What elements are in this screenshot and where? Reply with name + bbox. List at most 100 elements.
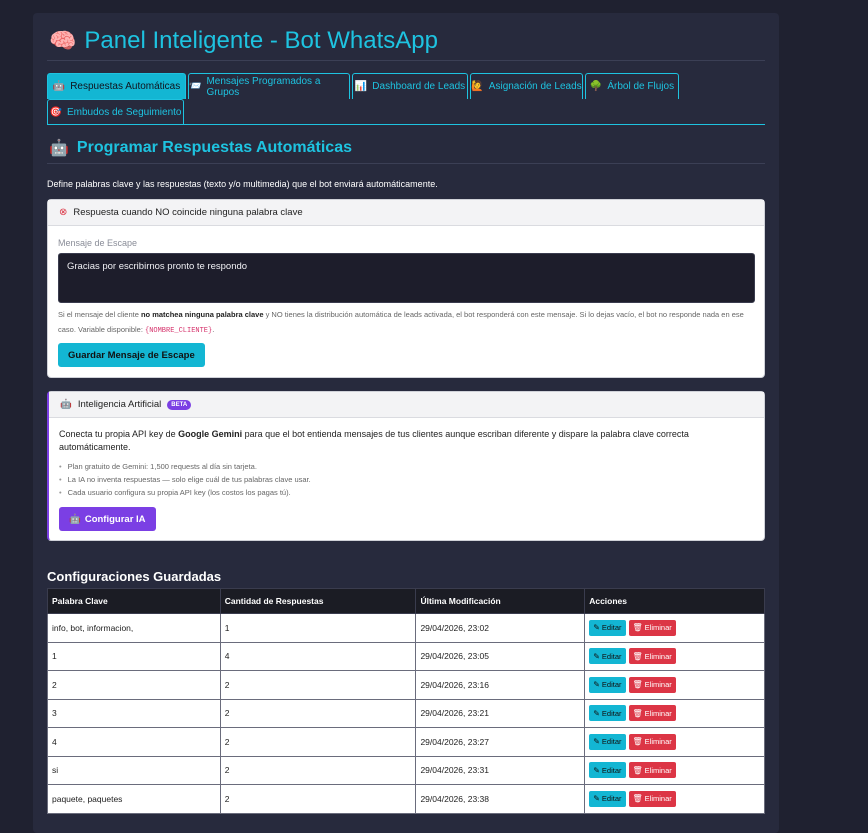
section-intro: Define palabras clave y las respuestas (… [47, 179, 438, 189]
ai-card: 🤖 Inteligencia Artificial BETA Conecta t… [47, 391, 765, 541]
person-icon: 🙋 [471, 81, 484, 92]
table-row: paquete, paquetes 2 29/04/2026, 23:38 ✎ Edit… [47, 784, 765, 814]
tab-dashboard-leads[interactable]: 📊 Dashboard de Leads [352, 73, 468, 99]
table-cell: 29/04/2026, 23:21 [415, 698, 586, 728]
actions-cell: ✎ Editar 🗑 Eliminar [584, 784, 765, 814]
funnel-icon: 🎯 [49, 107, 62, 118]
page-title-text: Panel Inteligente - Bot WhatsApp [84, 27, 438, 54]
table-row: si 2 29/04/2026, 23:31 ✎ Editar 🗑 Eliminar [47, 755, 765, 785]
table-cell: 2 [219, 670, 417, 700]
escape-message-card: ⊗ Respuesta cuando NO coincide ninguna p… [47, 199, 765, 378]
save-escape-button[interactable]: Guardar Mensaje de Escape [58, 343, 205, 367]
table-row: 3 2 29/04/2026, 23:21 ✎ Editar 🗑 Eliminar [47, 698, 765, 728]
tab-embudos-seguimiento[interactable]: 🎯 Embudos de Seguimiento [47, 99, 184, 125]
column-header: Cantidad de Respuestas [219, 588, 417, 614]
mailbox-icon: 📨 [189, 81, 202, 92]
divider [47, 163, 765, 164]
list-item: La IA no inventa respuestas — solo elige… [59, 473, 311, 486]
tabs-divider [47, 124, 765, 125]
page-title: 🧠 Panel Inteligente - Bot WhatsApp [49, 27, 438, 55]
actions-cell: ✎ Editar 🗑 Eliminar [584, 727, 765, 757]
table-header-row: Palabra Clave Cantidad de Respuestas Últ… [47, 588, 765, 614]
tab-asignacion-leads[interactable]: 🙋 Asignación de Leads [470, 73, 583, 99]
section-title: 🤖 Programar Respuestas Automáticas [49, 139, 352, 157]
delete-button[interactable]: 🗑 Eliminar [628, 733, 676, 750]
card-header: ⊗ Respuesta cuando NO coincide ninguna p… [48, 200, 764, 226]
table-cell: 29/04/2026, 23:27 [415, 727, 586, 757]
trash-icon: 🗑 [632, 794, 643, 804]
configure-ai-button[interactable]: 🤖 Configurar IA [59, 507, 156, 531]
actions-cell: ✎ Editar 🗑 Eliminar [584, 755, 765, 785]
table-cell: 3 [47, 698, 221, 728]
actions-cell: ✎ Editar 🗑 Eliminar [584, 670, 765, 700]
table-cell: 29/04/2026, 23:31 [415, 755, 586, 785]
table-cell: 2 [219, 784, 417, 814]
table-row: 2 2 29/04/2026, 23:16 ✎ Editar 🗑 Eliminar [47, 670, 765, 700]
escape-help-text: Si el mensaje del cliente no matchea nin… [58, 310, 744, 335]
chart-icon: 📊 [354, 81, 368, 92]
table-row: info, bot, informacion, 1 29/04/2026, 23:0… [47, 613, 765, 643]
error-icon: ⊗ [59, 207, 68, 218]
column-header: Acciones [584, 588, 765, 614]
main-panel: 🧠 Panel Inteligente - Bot WhatsApp 🤖 Resp… [33, 13, 779, 833]
saved-configs-title: Configuraciones Guardadas [47, 569, 222, 584]
delete-button[interactable]: 🗑 Eliminar [628, 705, 676, 722]
tab-arbol-flujos[interactable]: 🌳 Árbol de Flujos [585, 73, 679, 99]
trash-icon: 🗑 [632, 680, 643, 690]
edit-button[interactable]: ✎ Editar [589, 733, 626, 750]
actions-cell: ✎ Editar 🗑 Eliminar [584, 613, 765, 643]
table-cell: 1 [219, 613, 417, 643]
column-header: Última Modificación [415, 588, 586, 614]
delete-button[interactable]: 🗑 Eliminar [628, 619, 676, 636]
table-cell: 4 [47, 727, 221, 757]
delete-button[interactable]: 🗑 Eliminar [628, 762, 676, 779]
trash-icon: 🗑 [632, 623, 643, 633]
variable-code: {NOMBRE_CLIENTE} [145, 327, 213, 335]
edit-icon: ✎ [593, 680, 600, 690]
table-row: 4 2 29/04/2026, 23:27 ✎ Editar 🗑 Eliminar [47, 727, 765, 757]
edit-icon: ✎ [593, 737, 600, 747]
actions-cell: ✎ Editar 🗑 Eliminar [584, 698, 765, 728]
trash-icon: 🗑 [632, 765, 643, 775]
edit-button[interactable]: ✎ Editar [589, 762, 626, 779]
delete-button[interactable]: 🗑 Eliminar [628, 648, 676, 665]
trash-icon: 🗑 [632, 651, 643, 661]
escape-field-label: Mensaje de Escape [58, 238, 138, 248]
edit-button[interactable]: ✎ Editar [589, 619, 626, 636]
table-cell: 2 [47, 670, 221, 700]
edit-icon: ✎ [593, 623, 600, 633]
actions-cell: ✎ Editar 🗑 Eliminar [584, 641, 765, 671]
tab-mensajes-programados[interactable]: 📨 Mensajes Programados a Grupos [188, 73, 350, 99]
divider [47, 60, 765, 61]
tab-respuestas-automaticas[interactable]: 🤖 Respuestas Automáticas [47, 73, 186, 99]
table-cell: 1 [47, 641, 221, 671]
edit-icon: ✎ [593, 708, 600, 718]
escape-message-field[interactable]: Gracias por escribirnos pronto te respon… [58, 253, 755, 303]
table-cell: 29/04/2026, 23:38 [415, 784, 586, 814]
edit-button[interactable]: ✎ Editar [589, 676, 626, 693]
table-cell: info, bot, informacion, [47, 613, 221, 643]
table-cell: 4 [219, 641, 417, 671]
brain-icon: 🧠 [49, 28, 77, 53]
ai-bullets: Plan gratuito de Gemini: 1,500 requests … [59, 460, 311, 499]
delete-button[interactable]: 🗑 Eliminar [628, 676, 676, 693]
table-cell: 29/04/2026, 23:05 [415, 641, 586, 671]
edit-button[interactable]: ✎ Editar [589, 705, 626, 722]
table-cell: 2 [219, 755, 417, 785]
robot-icon: 🤖 [52, 81, 66, 92]
trash-icon: 🗑 [632, 737, 643, 747]
trash-icon: 🗑 [632, 708, 643, 718]
edit-button[interactable]: ✎ Editar [589, 648, 626, 665]
robot-icon: 🤖 [60, 399, 72, 410]
table-cell: 2 [219, 698, 417, 728]
table-cell: 29/04/2026, 23:02 [415, 613, 586, 643]
edit-icon: ✎ [593, 794, 600, 804]
delete-button[interactable]: 🗑 Eliminar [628, 790, 676, 807]
edit-icon: ✎ [593, 651, 600, 661]
table-cell: paquete, paquetes [47, 784, 221, 814]
table-cell: 2 [219, 727, 417, 757]
robot-icon: 🤖 [69, 513, 81, 525]
table-cell: 29/04/2026, 23:16 [415, 670, 586, 700]
edit-button[interactable]: ✎ Editar [589, 790, 626, 807]
list-item: Plan gratuito de Gemini: 1,500 requests … [59, 460, 311, 473]
